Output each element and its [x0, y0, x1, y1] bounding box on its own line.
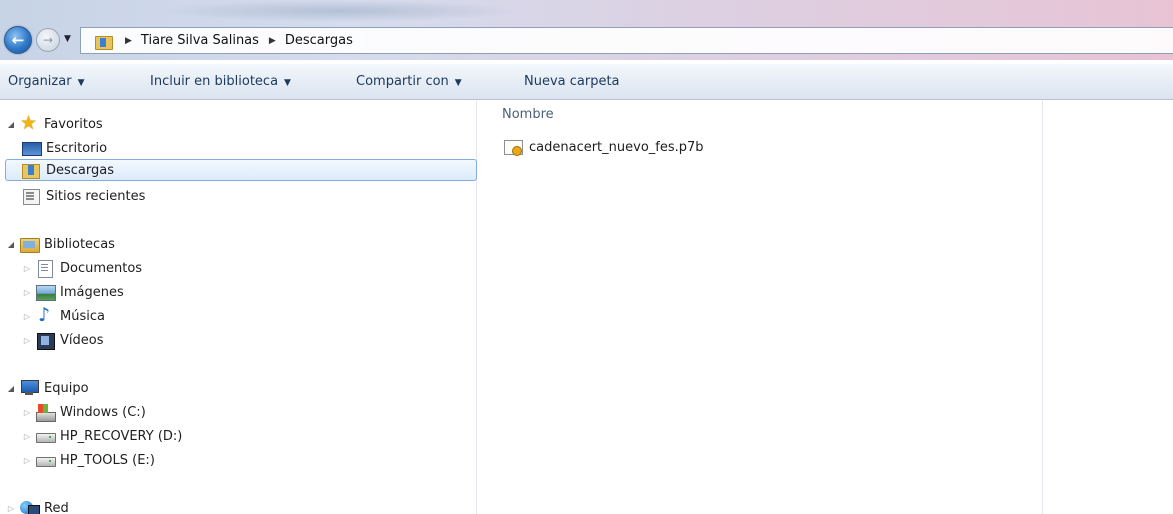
nav-label: Descargas: [46, 162, 115, 178]
nav-item-documents[interactable]: ▷ Documentos: [22, 257, 142, 279]
hard-drive-icon: [36, 452, 56, 468]
file-name: cadenacert_nuevo_fes.p7b: [529, 139, 704, 155]
computer-icon: [20, 380, 39, 396]
share-with-label: Compartir con: [356, 74, 449, 89]
desktop-icon: [22, 140, 42, 156]
collapsed-triangle-icon[interactable]: ▷: [22, 432, 32, 441]
address-bar[interactable]: ▶ Tiare Silva Salinas ▶ Descargas: [80, 27, 1173, 54]
nav-item-music[interactable]: ▷ Música: [22, 304, 105, 327]
star-icon: [20, 112, 38, 134]
downloads-folder-icon: [22, 162, 40, 179]
expanded-triangle-icon[interactable]: ◢: [6, 240, 16, 249]
network-icon: [20, 500, 40, 514]
nav-item-images[interactable]: ▷ Imágenes: [22, 281, 124, 303]
downloads-folder-icon: [95, 34, 113, 50]
nav-item-desktop[interactable]: Escritorio: [22, 137, 107, 159]
music-note-icon: [36, 304, 54, 326]
back-button[interactable]: ←: [4, 26, 32, 54]
chevron-down-icon: ▼: [64, 34, 71, 44]
collapsed-triangle-icon[interactable]: ▷: [6, 504, 16, 513]
organize-label: Organizar: [8, 74, 72, 89]
nav-item-videos[interactable]: ▷ Vídeos: [22, 329, 103, 351]
nav-computer[interactable]: ◢ Equipo: [6, 377, 89, 399]
breadcrumb-arrow-icon[interactable]: ▶: [269, 36, 276, 46]
collapsed-triangle-icon[interactable]: ▷: [22, 456, 32, 465]
nav-label: Windows (C:): [60, 404, 146, 420]
chevron-down-icon: ▼: [454, 78, 462, 88]
nav-label: HP_RECOVERY (D:): [60, 428, 183, 444]
recent-pages-dropdown[interactable]: ▼: [64, 34, 71, 44]
chevron-down-icon: ▼: [284, 78, 291, 88]
nav-label: Documentos: [60, 260, 143, 276]
file-item[interactable]: cadenacert_nuevo_fes.p7b: [504, 137, 704, 157]
expanded-triangle-icon[interactable]: ◢: [6, 384, 16, 393]
nav-item-drive-c[interactable]: ▷ Windows (C:): [22, 401, 146, 423]
nav-label: Música: [60, 308, 105, 324]
chevron-down-icon: ▼: [77, 78, 85, 88]
nav-label: Favoritos: [44, 116, 103, 132]
pictures-icon: [36, 284, 56, 301]
arrow-left-icon: ←: [11, 31, 25, 49]
windows-drive-icon: [36, 404, 56, 422]
collapsed-triangle-icon[interactable]: ▷: [22, 288, 32, 297]
breadcrumb-user[interactable]: Tiare Silva Salinas: [141, 33, 259, 48]
new-folder-button[interactable]: Nueva carpeta: [524, 74, 620, 89]
certificate-icon: [504, 139, 524, 156]
nav-libraries[interactable]: ◢ Bibliotecas: [6, 233, 115, 255]
nav-label: Red: [44, 500, 69, 514]
document-icon: [36, 260, 54, 278]
nav-item-drive-e[interactable]: ▷ HP_TOOLS (E:): [22, 449, 155, 471]
column-header-name[interactable]: Nombre: [502, 107, 554, 122]
nav-label: Escritorio: [46, 140, 108, 156]
collapsed-triangle-icon[interactable]: ▷: [22, 264, 32, 273]
file-list-pane[interactable]: Nombre cadenacert_nuevo_fes.p7b: [478, 101, 1173, 514]
nav-label: Equipo: [44, 380, 89, 396]
nav-label: Sitios recientes: [46, 188, 146, 204]
nav-item-drive-d[interactable]: ▷ HP_RECOVERY (D:): [22, 425, 182, 447]
collapsed-triangle-icon[interactable]: ▷: [22, 336, 32, 345]
nav-network[interactable]: ▷ Red: [6, 497, 69, 514]
include-library-button[interactable]: Incluir en biblioteca ▼: [150, 74, 291, 89]
include-library-label: Incluir en biblioteca: [150, 74, 279, 89]
nav-label: Vídeos: [60, 332, 104, 348]
nav-item-recent-places[interactable]: Sitios recientes: [22, 185, 145, 207]
column-divider: [1042, 101, 1043, 514]
nav-label: Imágenes: [60, 284, 124, 300]
nav-label: HP_TOOLS (E:): [60, 452, 155, 468]
share-with-button[interactable]: Compartir con ▼: [356, 74, 462, 89]
recent-places-icon: [22, 188, 40, 205]
expanded-triangle-icon[interactable]: ◢: [6, 120, 16, 129]
navigation-pane[interactable]: ◢ Favoritos Escritorio Descargas Sitios …: [0, 101, 477, 514]
arrow-right-icon: →: [42, 33, 54, 47]
organize-button[interactable]: Organizar ▼: [8, 74, 84, 89]
libraries-icon: [20, 236, 40, 253]
hard-drive-icon: [36, 428, 56, 444]
breadcrumb-arrow-icon[interactable]: ▶: [125, 36, 132, 46]
title-bar: ← → ▼ ▶ Tiare Silva Salinas ▶ Descargas: [0, 0, 1173, 60]
forward-button[interactable]: →: [36, 28, 60, 52]
breadcrumb-current[interactable]: Descargas: [285, 33, 353, 48]
nav-label: Bibliotecas: [44, 236, 115, 252]
nav-item-downloads[interactable]: Descargas: [5, 159, 477, 181]
nav-favorites[interactable]: ◢ Favoritos: [6, 112, 103, 135]
collapsed-triangle-icon[interactable]: ▷: [22, 408, 32, 417]
collapsed-triangle-icon[interactable]: ▷: [22, 312, 32, 321]
video-icon: [36, 332, 55, 350]
command-bar: Organizar ▼ Incluir en biblioteca ▼ Compar…: [0, 64, 1173, 100]
